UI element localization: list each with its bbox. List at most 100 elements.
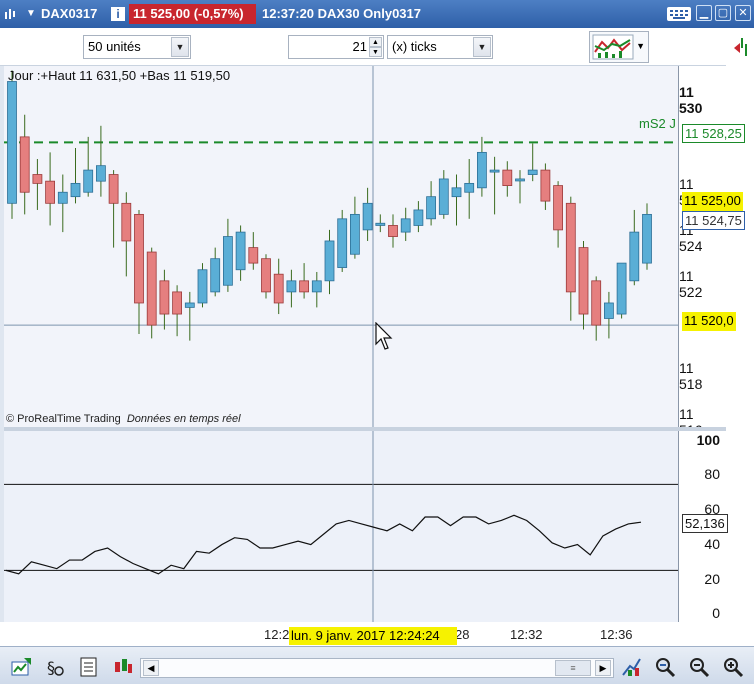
horizontal-scrollbar[interactable]: ◀ ≡ ▶: [140, 658, 614, 678]
candle-body: [400, 218, 411, 233]
chevron-down-icon[interactable]: ▼: [636, 41, 645, 51]
candle-body: [83, 169, 94, 193]
price-axis[interactable]: 11 530 11 526 11 524 11 522 11 518 11 51…: [679, 66, 745, 438]
candlestick-chart[interactable]: [4, 66, 679, 427]
price-tick: 11 522: [679, 268, 703, 300]
candle-body: [527, 169, 538, 175]
candle-body: [146, 251, 157, 326]
candle-body: [629, 231, 640, 282]
candle-body: [235, 231, 246, 271]
osc-tick: 100: [696, 432, 720, 448]
candle-body: [476, 151, 487, 189]
day-high-low-info: Jour :+Haut 11 631,50 +Bas 11 519,50: [8, 68, 231, 83]
spin-up-icon[interactable]: ▲: [369, 37, 382, 47]
minimize-button[interactable]: ▁: [696, 5, 712, 21]
list-icon[interactable]: [78, 656, 100, 678]
realtime-text: Données en temps réel: [126, 413, 241, 425]
chevron-down-icon[interactable]: ▼: [473, 37, 491, 57]
level-label: mS2 J: [639, 116, 676, 131]
candle-body: [70, 182, 81, 198]
candle-body: [121, 202, 132, 242]
period-spinbox[interactable]: 21 ▲ ▼: [288, 35, 384, 59]
candle-body: [159, 280, 170, 315]
units-select[interactable]: 50 unités ▼: [83, 35, 191, 59]
candle-body: [134, 213, 144, 304]
candle-body: [45, 180, 55, 204]
indicators-button[interactable]: ▼: [589, 31, 649, 63]
candle-body: [565, 202, 576, 293]
candle-body: [426, 196, 437, 220]
drawing-tools-icon[interactable]: [620, 656, 642, 678]
candle-body: [96, 165, 106, 182]
chevron-down-icon[interactable]: ▼: [171, 37, 189, 57]
candle-body: [502, 169, 513, 186]
time-tick: 12:2: [264, 627, 290, 642]
candle-body: [222, 236, 233, 286]
time-tick: 12:36: [600, 627, 633, 642]
time-tick: 28: [455, 627, 470, 642]
osc-tick: 40: [704, 536, 720, 552]
candle-body: [184, 302, 195, 308]
candle-body: [299, 280, 310, 293]
candle-body: [172, 291, 183, 315]
symbol-name[interactable]: DAX0317: [41, 6, 97, 21]
candle-body: [553, 185, 563, 231]
candle-body: [591, 280, 602, 326]
zoom-out-icon[interactable]: [688, 656, 710, 678]
candle-body: [540, 169, 551, 202]
mouse-cursor-icon: [375, 322, 393, 350]
keyboard-icon[interactable]: [666, 5, 692, 23]
candle-body: [19, 136, 30, 193]
oscillator-plot[interactable]: [4, 431, 679, 622]
scroll-right-icon[interactable]: ▶: [595, 660, 611, 676]
scroll-left-icon[interactable]: ◀: [143, 660, 159, 676]
maximize-button[interactable]: ▢: [715, 5, 731, 21]
strategy-icon[interactable]: §: [44, 656, 66, 678]
candle-body: [489, 169, 500, 173]
candle-body: [578, 247, 589, 315]
dropdown-arrow-icon[interactable]: ▼: [26, 7, 40, 21]
bottom-toolbar: § ◀ ≡ ▶: [0, 646, 754, 684]
last-price-tag: 11 525,00: [682, 192, 743, 211]
candle-body: [362, 202, 373, 231]
candle-body: [438, 178, 449, 215]
zoom-in-icon[interactable]: [722, 656, 744, 678]
candle-body: [375, 222, 386, 226]
candle-body: [388, 225, 398, 237]
candle-body: [604, 302, 614, 319]
price-tick: 11 518: [679, 360, 703, 392]
copyright-text: © ProRealTime Trading: [6, 413, 121, 425]
candle-body: [337, 218, 348, 268]
toolbar: 50 unités ▼ 21 ▲ ▼ (x) ticks ▼ ▼: [0, 28, 754, 66]
candle-body: [464, 182, 475, 193]
period-unit-select[interactable]: (x) ticks ▼: [387, 35, 493, 59]
scroll-thumb[interactable]: ≡: [555, 660, 591, 676]
oscillator-line: [5, 514, 642, 575]
candle-body: [32, 174, 43, 184]
candle-body: [210, 258, 221, 293]
spin-down-icon[interactable]: ▼: [369, 47, 382, 57]
sidebar-toggle-icon[interactable]: [731, 34, 749, 62]
candles-icon[interactable]: [112, 656, 134, 678]
export-chart-icon[interactable]: [10, 656, 32, 678]
oscillator-axis[interactable]: 100 80 60 40 20 0 52,136: [679, 431, 728, 622]
candle-body: [273, 273, 284, 304]
oscillator-chart[interactable]: [4, 431, 679, 622]
candle-body: [324, 240, 335, 282]
osc-tick: 80: [704, 466, 720, 482]
title-bar: ▼ DAX0317 i 11 525,00 (-0,57%) 12:37:20 …: [0, 0, 754, 28]
candle-body: [311, 280, 322, 293]
zoom-fit-icon[interactable]: [654, 656, 676, 678]
info-icon[interactable]: i: [111, 7, 125, 21]
close-button[interactable]: ✕: [735, 5, 751, 21]
osc-value-tag: 52,136: [682, 514, 728, 533]
candle-body: [451, 187, 462, 198]
price-chart[interactable]: Jour :+Haut 11 631,50 +Bas 11 519,50 mS2…: [4, 66, 679, 427]
time-tick: 12:32: [510, 627, 543, 642]
period-unit-value: (x) ticks: [392, 39, 437, 54]
candle-body: [197, 269, 208, 304]
time-instrument-label: 12:37:20 DAX30 Only0317: [262, 6, 421, 21]
current-price-tag: 11 524,75: [682, 211, 745, 230]
candle-body: [413, 209, 424, 226]
indicators-icon: [592, 34, 634, 60]
